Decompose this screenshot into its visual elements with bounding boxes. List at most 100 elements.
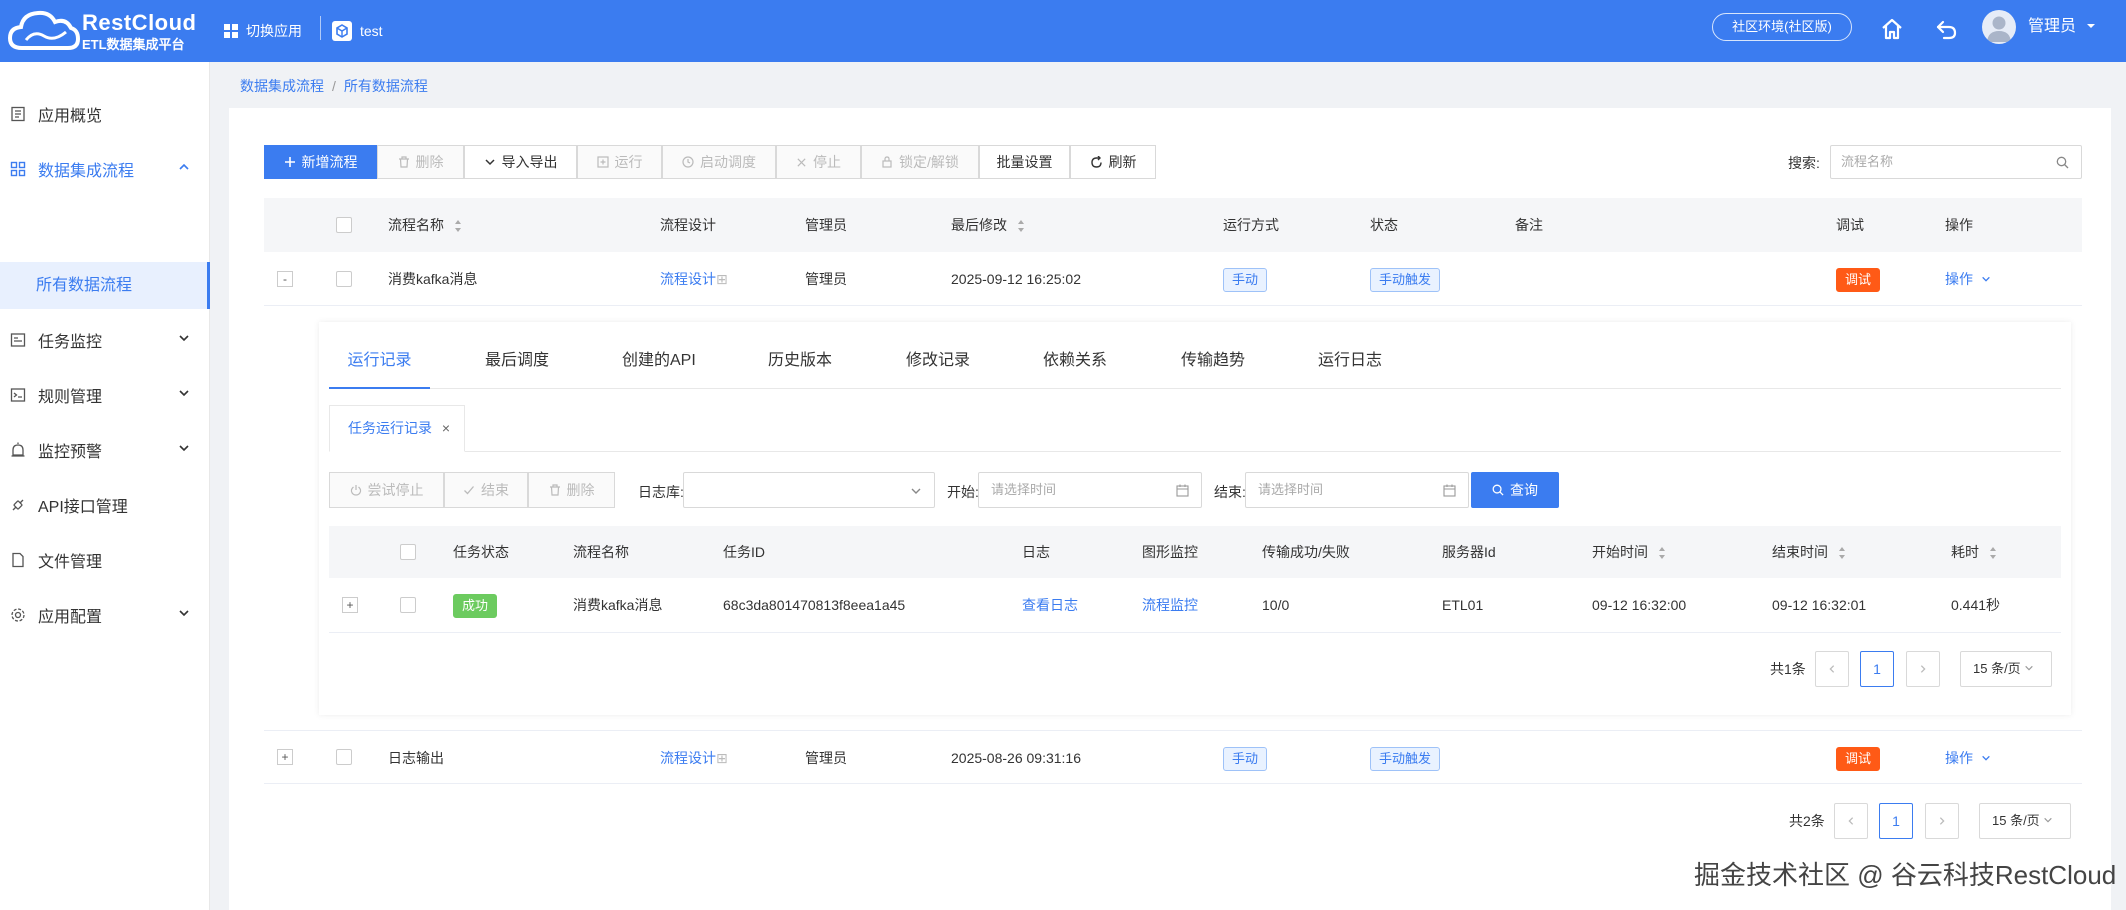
page-number-button[interactable]: 1 (1879, 803, 1913, 839)
stop-button[interactable]: 停止 (776, 145, 861, 179)
sidebar-item-label: API接口管理 (38, 498, 128, 516)
prev-page-button[interactable] (1815, 651, 1849, 687)
lock-button[interactable]: 锁定/解锁 (861, 145, 979, 179)
sidebar-item-data-flow[interactable]: 数据集成流程 (0, 141, 210, 196)
sort-icon[interactable] (1658, 546, 1666, 560)
sidebar-item-label: 规则管理 (38, 388, 103, 406)
grid-icon (224, 24, 238, 38)
col-cost[interactable]: 耗时 (1951, 526, 1997, 578)
current-app[interactable]: test (332, 0, 383, 62)
try-stop-button[interactable]: 尝试停止 (329, 472, 444, 508)
tab-history[interactable]: 历史版本 (768, 338, 832, 389)
query-label: 查询 (1510, 482, 1538, 498)
end-button[interactable]: 结束 (444, 472, 528, 508)
env-badge[interactable]: 社区环境(社区版) (1712, 13, 1852, 41)
table-row[interactable]: + 日志输出 流程设计⊞ 管理员 2025-08-26 09:31:16 手动 … (264, 730, 2082, 784)
flow-name: 消费kafka消息 (388, 271, 478, 287)
select-all-checkbox[interactable] (400, 544, 416, 560)
delete-button[interactable]: 删除 (377, 145, 464, 179)
task-status: 成功 (453, 579, 498, 631)
tab-last-schedule[interactable]: 最后调度 (485, 338, 549, 389)
debug-button[interactable]: 调试 (1836, 747, 1881, 772)
tab-dependencies[interactable]: 依赖关系 (1043, 338, 1107, 389)
clock-icon (682, 156, 694, 168)
chevron-down-icon (484, 159, 495, 166)
home-icon[interactable] (1879, 16, 1905, 42)
sidebar-item-files[interactable]: 文件管理 (0, 532, 210, 587)
tab-transfer-trend[interactable]: 传输趋势 (1181, 338, 1245, 389)
sort-icon[interactable] (1989, 546, 1997, 560)
sidebar-item-settings[interactable]: 应用配置 (0, 587, 210, 642)
view-log-link[interactable]: 查看日志 (1022, 579, 1078, 631)
close-icon[interactable]: × (442, 406, 450, 451)
switch-app-button[interactable]: 切换应用 (224, 0, 302, 62)
table-row[interactable]: - 消费kafka消息 流程设计⊞ 管理员 2025-09-12 16:25:0… (264, 252, 2082, 306)
search-input[interactable]: 流程名称 (1830, 145, 2082, 179)
prev-page-button[interactable] (1834, 803, 1868, 839)
tab-run-log[interactable]: 运行日志 (1318, 338, 1382, 389)
run-button[interactable]: 运行 (577, 145, 662, 179)
ops-menu[interactable]: 操作 (1945, 252, 1991, 306)
collapse-row-button[interactable]: - (277, 271, 293, 287)
select-all-checkbox[interactable] (336, 217, 352, 233)
next-page-button[interactable] (1925, 803, 1959, 839)
col-start-time[interactable]: 开始时间 (1592, 526, 1666, 578)
row-checkbox[interactable] (400, 597, 416, 613)
log-db-select[interactable] (683, 472, 935, 508)
page-size-select[interactable]: 15 条/页 (1979, 803, 2071, 839)
back-icon[interactable] (1934, 16, 1960, 42)
next-page-button[interactable] (1906, 651, 1940, 687)
sidebar-item-api[interactable]: API接口管理 (0, 477, 210, 532)
tab-change-log[interactable]: 修改记录 (906, 338, 970, 389)
page-size-select[interactable]: 15 条/页 (1960, 651, 2052, 687)
flow-monitor-link[interactable]: 流程监控 (1142, 579, 1198, 631)
sort-icon[interactable] (1017, 219, 1025, 233)
col-end-time[interactable]: 结束时间 (1772, 526, 1846, 578)
logo[interactable]: RestCloud ETL数据集成平台 (8, 4, 196, 56)
avatar-icon[interactable] (1982, 10, 2016, 44)
user-menu[interactable]: 管理员 (2028, 0, 2096, 54)
delete-label: 删除 (415, 154, 444, 170)
chevron-down-icon (911, 488, 921, 494)
run-record-row[interactable]: + 成功 消费kafka消息 68c3da801470813f8eea1a45 … (329, 578, 2061, 633)
col-end-time-label: 结束时间 (1772, 544, 1828, 560)
admin-name: 管理员 (805, 750, 847, 766)
add-flow-button[interactable]: 新增流程 (264, 145, 377, 179)
col-name[interactable]: 流程名称 (388, 198, 462, 252)
import-export-button[interactable]: 导入导出 (464, 145, 577, 179)
tab-created-api[interactable]: 创建的API (622, 338, 696, 389)
row-checkbox[interactable] (336, 271, 352, 287)
subtab-task-run-records[interactable]: 任务运行记录 × (329, 405, 465, 452)
batch-settings-button[interactable]: 批量设置 (979, 145, 1070, 179)
sidebar-item-overview[interactable]: 应用概览 (0, 86, 210, 141)
start-time-input[interactable]: 请选择时间 (978, 472, 1202, 508)
tab-run-records[interactable]: 运行记录 (329, 338, 430, 389)
sort-icon[interactable] (1838, 546, 1846, 560)
sidebar-item-rules[interactable]: 规则管理 (0, 367, 210, 422)
flow-design-link[interactable]: 流程设计⊞ (660, 252, 728, 306)
expand-row-button[interactable]: + (277, 749, 293, 765)
end-time-input[interactable]: 请选择时间 (1245, 472, 1469, 508)
refresh-button[interactable]: 刷新 (1070, 145, 1156, 179)
sidebar-subitem-all-flows[interactable]: 所有数据流程 (0, 262, 210, 309)
flow-design-link[interactable]: 流程设计⊞ (660, 731, 728, 785)
sidebar-item-task-monitor[interactable]: 任务监控 (0, 312, 210, 367)
breadcrumb-data-flow[interactable]: 数据集成流程 (240, 78, 324, 94)
caret-down-icon (2087, 24, 2096, 28)
col-modified[interactable]: 最后修改 (951, 198, 1025, 252)
query-button[interactable]: 查询 (1471, 472, 1559, 508)
sidebar-item-alarm[interactable]: 监控预警 (0, 422, 210, 477)
lock-icon (882, 156, 892, 168)
breadcrumb-all-flows[interactable]: 所有数据流程 (344, 78, 428, 94)
ops-menu[interactable]: 操作 (1945, 731, 1991, 785)
start-schedule-button[interactable]: 启动调度 (662, 145, 776, 179)
detail-delete-button[interactable]: 删除 (528, 472, 615, 508)
debug-button[interactable]: 调试 (1836, 268, 1881, 293)
expand-row-button[interactable]: + (342, 597, 358, 613)
detail-delete-label: 删除 (566, 482, 595, 498)
page-number-button[interactable]: 1 (1860, 651, 1894, 687)
table-header: 流程名称 流程设计 管理员 最后修改 运行方式 状态 备注 调试 操作 (264, 198, 2082, 252)
sort-icon[interactable] (454, 219, 462, 233)
search-icon[interactable] (2056, 156, 2069, 169)
row-checkbox[interactable] (336, 749, 352, 765)
